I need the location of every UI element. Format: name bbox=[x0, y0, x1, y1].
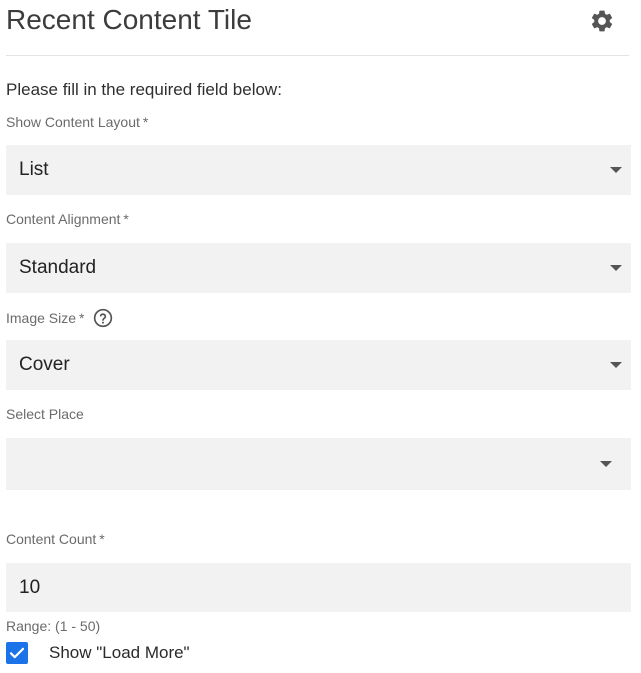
chevron-down-icon bbox=[610, 362, 622, 368]
content-alignment-label-text: Content Alignment bbox=[6, 211, 121, 227]
required-marker: * bbox=[142, 114, 149, 130]
chevron-down-icon bbox=[610, 265, 622, 271]
load-more-row: Show "Load More" bbox=[6, 641, 190, 665]
content-layout-value: List bbox=[19, 159, 49, 180]
image-size-label: Image Size * bbox=[6, 306, 113, 330]
chevron-down-icon bbox=[610, 167, 622, 173]
form-intro: Please fill in the required field below: bbox=[6, 80, 282, 99]
select-place-label: Select Place bbox=[6, 406, 84, 422]
content-alignment-value: Standard bbox=[19, 257, 97, 278]
content-count-input[interactable]: 10 bbox=[6, 563, 631, 612]
load-more-label[interactable]: Show "Load More" bbox=[49, 643, 190, 663]
question-circle-icon[interactable] bbox=[93, 308, 113, 328]
page-title: Recent Content Tile bbox=[6, 4, 252, 35]
required-marker: * bbox=[79, 310, 85, 326]
image-size-select[interactable]: Cover bbox=[6, 340, 631, 390]
image-size-label-text: Image Size bbox=[6, 310, 77, 326]
image-size-value: Cover bbox=[19, 354, 70, 375]
content-count-label-text: Content Count bbox=[6, 531, 97, 547]
content-alignment-select[interactable]: Standard bbox=[6, 243, 631, 293]
checkmark-icon bbox=[9, 647, 25, 659]
header: Recent Content Tile bbox=[6, 0, 629, 56]
select-place-label-text: Select Place bbox=[6, 406, 84, 422]
content-count-hint: Range: (1 - 50) bbox=[6, 618, 101, 634]
required-marker: * bbox=[123, 211, 129, 227]
gear-icon[interactable] bbox=[589, 8, 615, 34]
content-layout-label: Show Content Layout * bbox=[6, 114, 148, 130]
chevron-down-icon bbox=[600, 461, 612, 467]
content-layout-select[interactable]: List bbox=[6, 145, 631, 195]
required-marker: * bbox=[99, 531, 105, 547]
content-layout-label-text: Show Content Layout bbox=[6, 114, 140, 130]
select-place-select[interactable] bbox=[6, 438, 631, 490]
content-alignment-label: Content Alignment * bbox=[6, 211, 129, 227]
content-count-value: 10 bbox=[19, 576, 41, 598]
load-more-checkbox[interactable] bbox=[6, 642, 28, 664]
content-count-label: Content Count * bbox=[6, 531, 105, 547]
